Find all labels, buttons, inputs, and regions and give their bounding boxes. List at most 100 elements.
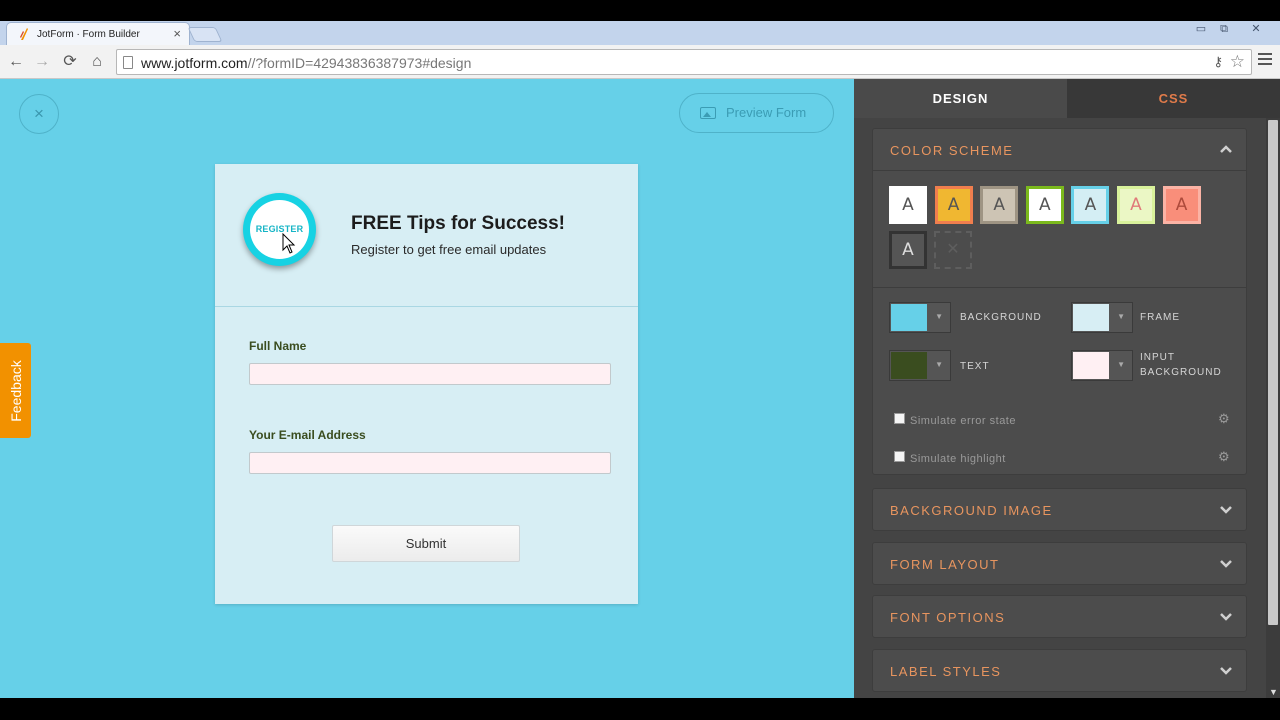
background-image-section[interactable]: BACKGROUND IMAGE <box>872 488 1247 531</box>
tab-css[interactable]: CSS <box>1067 79 1280 118</box>
jotform-favicon-icon <box>20 28 28 40</box>
chevron-down-icon: ▼ <box>1117 312 1125 321</box>
background-color-chip <box>891 304 927 331</box>
scrollbar-thumb[interactable] <box>1268 120 1278 625</box>
chevron-down-icon: ▼ <box>935 360 943 369</box>
full-name-input[interactable] <box>249 363 611 385</box>
input-background-color-chip <box>1073 352 1109 379</box>
chevron-down-icon <box>1220 560 1232 568</box>
feedback-tab[interactable]: Feedback <box>0 343 31 438</box>
minimize-button[interactable]: ▭ <box>1190 23 1212 37</box>
color-scheme-swatch[interactable]: A <box>889 186 927 224</box>
restore-button[interactable]: ⧉ <box>1213 23 1235 37</box>
new-tab-button[interactable] <box>187 27 223 42</box>
url-host: www.jotform.com <box>141 55 248 71</box>
bookmark-star-icon[interactable]: ☆ <box>1230 52 1245 72</box>
browser-toolbar: ← → ⟳ ⌂ www.jotform.com//?formID=4294383… <box>0 45 1280 79</box>
email-input[interactable] <box>249 452 611 474</box>
feedback-label: Feedback <box>7 359 24 422</box>
color-scheme-swatch[interactable]: A <box>1117 186 1155 224</box>
tab-title: JotForm · Form Builder <box>37 29 140 40</box>
color-scheme-swatch[interactable]: A <box>934 186 973 224</box>
frame-color-picker[interactable]: ▼ <box>1071 302 1133 333</box>
register-badge-text: REGISTER <box>250 200 309 259</box>
input-background-color-picker[interactable]: ▼ <box>1071 350 1133 381</box>
input-background-color-label: INPUT BACKGROUND <box>1140 352 1222 378</box>
window-close-button[interactable]: ✕ <box>1245 23 1267 37</box>
frame-color-label: FRAME <box>1140 312 1180 323</box>
screen: JotForm · Form Builder × ▭ ⧉ ✕ ← → ⟳ ⌂ w… <box>0 0 1280 720</box>
key-icon[interactable]: ⚷ <box>1213 54 1223 70</box>
panel-tabs: DESIGN CSS <box>854 79 1280 118</box>
simulate-highlight-checkbox[interactable] <box>894 451 905 462</box>
tab-close-icon[interactable]: × <box>173 26 181 41</box>
preview-form-button[interactable]: Preview Form <box>679 93 834 133</box>
color-scheme-swatch[interactable]: A <box>980 186 1019 224</box>
gear-icon[interactable]: ⚙ <box>1218 411 1230 427</box>
simulate-error-checkbox[interactable] <box>894 413 905 424</box>
label-styles-header[interactable]: LABEL STYLES <box>873 650 1246 691</box>
font-options-title: FONT OPTIONS <box>890 610 1006 625</box>
chevron-down-icon: ▼ <box>1117 360 1125 369</box>
tab-design[interactable]: DESIGN <box>854 79 1067 118</box>
address-bar[interactable]: www.jotform.com//?formID=42943836387973#… <box>116 49 1252 75</box>
form-title: FREE Tips for Success! <box>351 213 565 234</box>
background-image-title: BACKGROUND IMAGE <box>890 503 1053 518</box>
text-color-picker[interactable]: ▼ <box>889 350 951 381</box>
reload-icon[interactable]: ⟳ <box>60 52 80 72</box>
color-scheme-swatch[interactable]: A <box>1025 186 1064 224</box>
form-header[interactable]: REGISTER FREE Tips for Success! Register… <box>215 164 638 307</box>
simulate-error-label: Simulate error state <box>910 415 1016 427</box>
url-text: www.jotform.com//?formID=42943836387973#… <box>141 55 471 71</box>
full-name-label: Full Name <box>249 339 307 353</box>
forward-icon[interactable]: → <box>32 52 52 72</box>
panel-scrollbar[interactable]: ▼ <box>1266 118 1280 698</box>
form-card: REGISTER FREE Tips for Success! Register… <box>215 164 638 604</box>
back-icon[interactable]: ← <box>6 52 26 72</box>
background-color-picker[interactable]: ▼ <box>889 302 951 333</box>
text-color-label: TEXT <box>960 361 990 372</box>
menu-icon[interactable] <box>1258 53 1272 67</box>
chevron-down-icon <box>1220 506 1232 514</box>
font-options-header[interactable]: FONT OPTIONS <box>873 596 1246 637</box>
text-color-chip <box>891 352 927 379</box>
empty-swatch-icon[interactable]: ✕ <box>934 231 972 269</box>
form-subtitle: Register to get free email updates <box>351 242 547 257</box>
chevron-down-icon <box>1220 667 1232 675</box>
color-scheme-title: COLOR SCHEME <box>890 143 1014 158</box>
url-path: //?formID=42943836387973#design <box>247 55 472 71</box>
chevron-up-icon <box>1220 145 1232 153</box>
chevron-down-icon: ▼ <box>935 312 943 321</box>
form-layout-section[interactable]: FORM LAYOUT <box>872 542 1247 585</box>
form-layout-header[interactable]: FORM LAYOUT <box>873 543 1246 584</box>
background-image-header[interactable]: BACKGROUND IMAGE <box>873 489 1246 530</box>
mouse-cursor-icon <box>282 233 296 254</box>
image-icon <box>700 107 716 119</box>
gear-icon[interactable]: ⚙ <box>1218 449 1230 465</box>
submit-button[interactable]: Submit <box>332 525 520 562</box>
home-icon[interactable]: ⌂ <box>87 52 107 72</box>
frame-color-chip <box>1073 304 1109 331</box>
browser-tab-strip: JotForm · Form Builder × ▭ ⧉ ✕ <box>0 21 1280 46</box>
design-panel: DESIGN CSS COLOR SCHEME AAAAAAAA ✕ ▼ BAC… <box>854 79 1280 698</box>
form-canvas: × Preview Form Feedback REGISTER FREE Ti… <box>0 79 854 698</box>
color-scheme-swatch[interactable]: A <box>1162 186 1201 224</box>
page-icon <box>123 56 133 69</box>
browser-tab[interactable]: JotForm · Form Builder × <box>6 22 190 46</box>
simulate-highlight-label: Simulate highlight <box>910 453 1006 465</box>
font-options-section[interactable]: FONT OPTIONS <box>872 595 1247 638</box>
color-scheme-body: AAAAAAAA ✕ ▼ BACKGROUND ▼ FRAME ▼ TEXT ▼… <box>873 170 1246 475</box>
label-styles-section[interactable]: LABEL STYLES <box>872 649 1247 692</box>
email-label: Your E-mail Address <box>249 428 366 442</box>
close-builder-button[interactable]: × <box>19 94 59 134</box>
label-styles-title: LABEL STYLES <box>890 664 1002 679</box>
color-scheme-header[interactable]: COLOR SCHEME <box>873 129 1246 170</box>
form-layout-title: FORM LAYOUT <box>890 557 1000 572</box>
scroll-down-arrow-icon[interactable]: ▼ <box>1269 687 1278 697</box>
register-badge: REGISTER <box>243 193 316 266</box>
divider <box>873 287 1246 288</box>
background-color-label: BACKGROUND <box>960 312 1042 323</box>
panel-scroll-area: COLOR SCHEME AAAAAAAA ✕ ▼ BACKGROUND ▼ F… <box>854 118 1280 698</box>
color-scheme-swatch[interactable]: A <box>889 231 927 269</box>
color-scheme-swatch[interactable]: A <box>1071 186 1110 224</box>
